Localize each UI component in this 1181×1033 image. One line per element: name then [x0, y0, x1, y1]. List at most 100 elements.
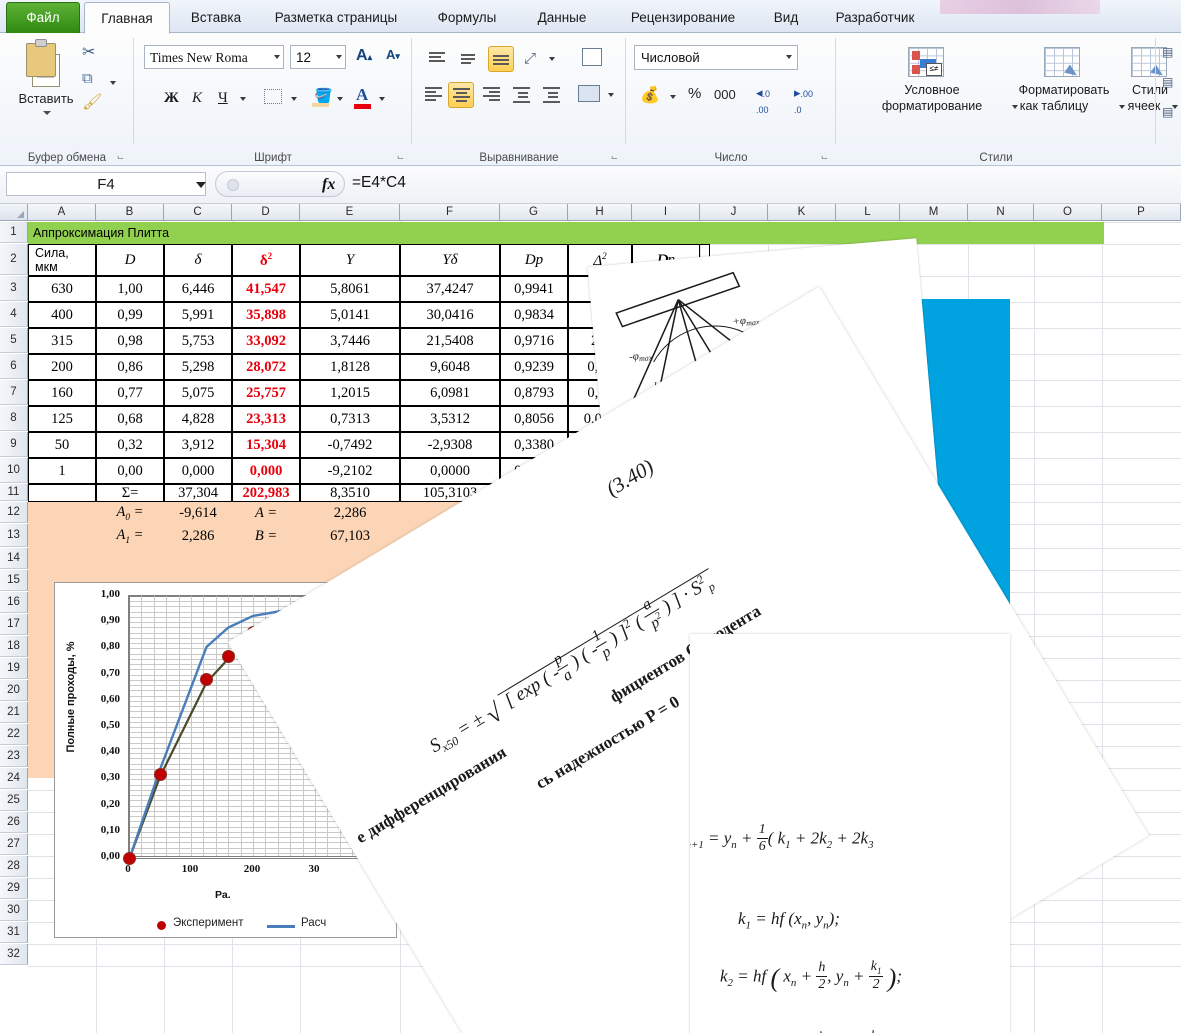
- tab-review[interactable]: Рецензирование: [610, 2, 756, 33]
- format-painter-icon[interactable]: 🖌: [82, 95, 102, 111]
- number-dialog-launcher[interactable]: [819, 152, 830, 163]
- grow-font-icon[interactable]: A▴: [356, 47, 372, 65]
- header-cell-5[interactable]: Yδ: [400, 244, 500, 276]
- cell-r9-delta2[interactable]: 15,304: [232, 432, 300, 458]
- tab-insert[interactable]: Вставка: [178, 2, 254, 33]
- row-header-31[interactable]: 31: [0, 922, 28, 943]
- font-name-input[interactable]: Times New Roma: [144, 45, 284, 69]
- column-header-L[interactable]: L: [836, 204, 900, 221]
- align-middle-icon[interactable]: [458, 49, 480, 69]
- row-header-11[interactable]: 11: [0, 484, 28, 501]
- row-header-27[interactable]: 27: [0, 834, 28, 855]
- font-dialog-launcher[interactable]: [395, 152, 406, 163]
- copy-icon[interactable]: ⧉: [82, 71, 93, 86]
- column-header-J[interactable]: J: [700, 204, 768, 221]
- align-bottom-icon[interactable]: [488, 46, 514, 72]
- select-all-corner[interactable]: [0, 204, 28, 221]
- font-color-arrow[interactable]: [379, 97, 385, 101]
- cell-r8-delta[interactable]: 4,828: [164, 406, 232, 432]
- row-header-2[interactable]: 2: [0, 244, 28, 275]
- column-header-N[interactable]: N: [968, 204, 1034, 221]
- cell-r3-Dp[interactable]: 0,9941: [500, 276, 568, 302]
- cell-r11-delta[interactable]: 37,304: [164, 484, 232, 502]
- cell-r8-Y[interactable]: 0,7313: [300, 406, 400, 432]
- cell-r8-delta2[interactable]: 23,313: [232, 406, 300, 432]
- insert-function-icon[interactable]: fx: [322, 176, 335, 194]
- row-header-8[interactable]: 8: [0, 406, 28, 431]
- cell-r5-delta[interactable]: 5,753: [164, 328, 232, 354]
- row-header-23[interactable]: 23: [0, 746, 28, 767]
- shrink-font-icon[interactable]: A▾: [386, 47, 400, 62]
- cell-r4-Y[interactable]: 5,0141: [300, 302, 400, 328]
- header-cell-3[interactable]: δ2: [232, 244, 300, 276]
- copy-dropdown-arrow[interactable]: [110, 81, 116, 85]
- header-cell-1[interactable]: D: [96, 244, 164, 276]
- cell-r7-Dp[interactable]: 0,8793: [500, 380, 568, 406]
- cell-r4-delta2[interactable]: 35,898: [232, 302, 300, 328]
- column-header-K[interactable]: K: [768, 204, 836, 221]
- cell-r3-delta2[interactable]: 41,547: [232, 276, 300, 302]
- cell-r11-Y[interactable]: 8,3510: [300, 484, 400, 502]
- paste-label[interactable]: Вставить: [0, 91, 92, 106]
- paste-icon[interactable]: [26, 39, 66, 87]
- wrap-text-icon[interactable]: [582, 48, 602, 66]
- paste-dropdown-arrow[interactable]: [43, 111, 51, 115]
- column-header-I[interactable]: I: [632, 204, 700, 221]
- row-header-9[interactable]: 9: [0, 432, 28, 457]
- cell-r9-D[interactable]: 0,32: [96, 432, 164, 458]
- decrease-indent-icon[interactable]: [510, 85, 532, 105]
- row-header-20[interactable]: 20: [0, 680, 28, 701]
- cell-r9-delta[interactable]: 3,912: [164, 432, 232, 458]
- column-header-F[interactable]: F: [400, 204, 500, 221]
- tab-file[interactable]: Файл: [6, 2, 80, 33]
- cell-r6-sila[interactable]: 200: [28, 354, 96, 380]
- merge-center-icon[interactable]: [578, 85, 600, 102]
- cell-r6-Dp[interactable]: 0,9239: [500, 354, 568, 380]
- row-header-10[interactable]: 10: [0, 458, 28, 483]
- currency-arrow[interactable]: [670, 95, 676, 99]
- column-header-D[interactable]: D: [232, 204, 300, 221]
- column-header-O[interactable]: O: [1034, 204, 1102, 221]
- row-header-26[interactable]: 26: [0, 812, 28, 833]
- row-header-3[interactable]: 3: [0, 276, 28, 301]
- text-orientation-icon[interactable]: ⤢: [524, 50, 536, 67]
- cell-r5-Ydelta[interactable]: 21,5408: [400, 328, 500, 354]
- cell-r6-D[interactable]: 0,86: [96, 354, 164, 380]
- align-center-icon[interactable]: [448, 82, 474, 108]
- cell-r7-D[interactable]: 0,77: [96, 380, 164, 406]
- cell-r7-sila[interactable]: 160: [28, 380, 96, 406]
- name-box[interactable]: F4: [6, 172, 206, 196]
- column-header-H[interactable]: H: [568, 204, 632, 221]
- cell-r7-delta[interactable]: 5,075: [164, 380, 232, 406]
- delete-cells-icon[interactable]: ▤: [1162, 75, 1173, 89]
- cell-r10-delta2[interactable]: 0,000: [232, 458, 300, 484]
- row-header-16[interactable]: 16: [0, 592, 28, 613]
- header-cell-4[interactable]: Y: [300, 244, 400, 276]
- cell-r11-a[interactable]: [28, 484, 96, 502]
- column-header-A[interactable]: A: [28, 204, 96, 221]
- tab-developer[interactable]: Разработчик: [818, 2, 932, 33]
- row-header-28[interactable]: 28: [0, 856, 28, 877]
- cell-r4-Ydelta[interactable]: 30,0416: [400, 302, 500, 328]
- column-header-C[interactable]: C: [164, 204, 232, 221]
- underline-button[interactable]: Ч: [218, 91, 228, 106]
- insert-cells-icon[interactable]: ▤: [1162, 45, 1173, 59]
- format-as-table-label-2[interactable]: как таблицу: [984, 99, 1124, 113]
- cell-r4-sila[interactable]: 400: [28, 302, 96, 328]
- cell-r10-delta[interactable]: 0,000: [164, 458, 232, 484]
- underline-arrow[interactable]: [240, 97, 246, 101]
- font-name-arrow[interactable]: [274, 55, 280, 59]
- column-header-E[interactable]: E: [300, 204, 400, 221]
- cell-r9-Ydelta[interactable]: -2,9308: [400, 432, 500, 458]
- row-header-13[interactable]: 13: [0, 524, 28, 547]
- row-header-17[interactable]: 17: [0, 614, 28, 635]
- align-left-icon[interactable]: [422, 85, 444, 105]
- alignment-dialog-launcher[interactable]: [609, 152, 620, 163]
- cell-r9-sila[interactable]: 50: [28, 432, 96, 458]
- bold-button[interactable]: Ж: [164, 91, 179, 106]
- fill-color-swatch[interactable]: [312, 103, 329, 107]
- row-header-6[interactable]: 6: [0, 354, 28, 379]
- increase-decimal-icon[interactable]: ◂.0.00: [756, 85, 770, 116]
- name-box-arrow[interactable]: [196, 182, 206, 188]
- cell-r6-Ydelta[interactable]: 9,6048: [400, 354, 500, 380]
